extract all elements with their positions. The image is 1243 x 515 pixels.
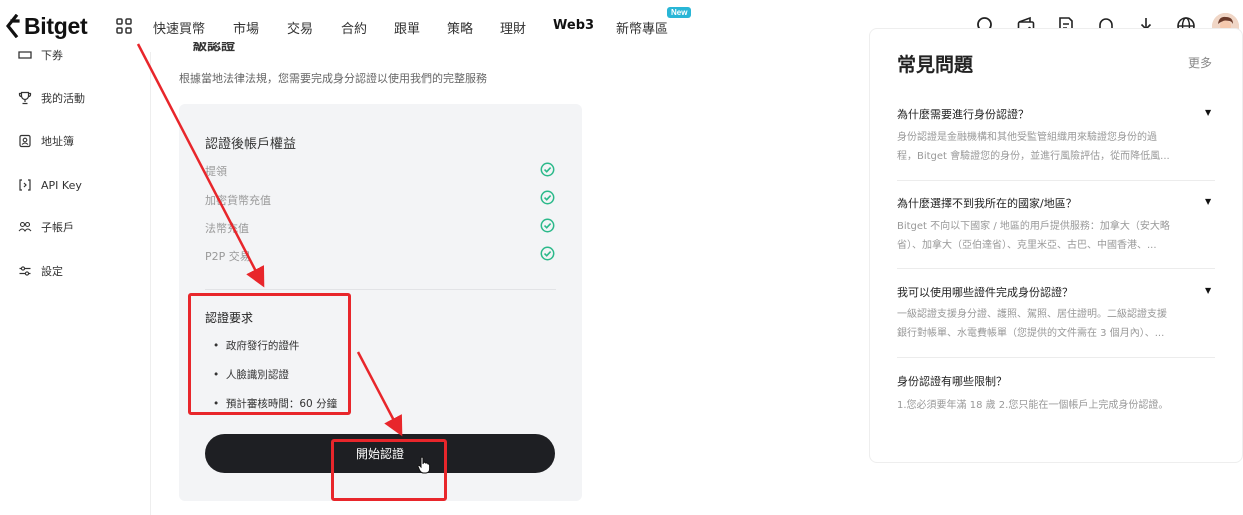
check-circle-icon — [540, 246, 555, 261]
settings-icon — [19, 266, 31, 276]
faq-question[interactable]: 為什麼選擇不到我所在的國家/地區？ — [897, 195, 1077, 211]
logo-chevron-icon — [6, 14, 20, 38]
annotation-box-requirements — [188, 293, 351, 415]
check-circle-icon — [540, 162, 555, 177]
nav-item-trade[interactable]: 交易 — [287, 18, 313, 37]
verification-section-title: 級認證 — [193, 42, 235, 54]
check-circle-icon — [540, 218, 555, 233]
sidebar-item-my-activities[interactable]: 我的活動 — [18, 89, 85, 107]
faq-question[interactable]: 我可以使用哪些證件完成身份認證？ — [897, 284, 1073, 300]
sidebar-divider — [150, 52, 151, 515]
sidebar-item-sub-accounts[interactable]: 子帳戶 — [18, 218, 74, 236]
nav-item-copy-trading[interactable]: 跟單 — [394, 18, 420, 37]
brand-name: Bitget — [24, 12, 88, 39]
nav-item-markets[interactable]: 市場 — [233, 18, 259, 37]
sidebar-item-label: 下券 — [41, 49, 63, 62]
faq-divider — [897, 268, 1215, 269]
faq-divider — [897, 357, 1215, 358]
caret-down-icon[interactable]: ▼ — [1205, 108, 1211, 117]
benefit-item: 提領 — [205, 165, 227, 178]
faq-more-link[interactable]: 更多 — [1188, 54, 1212, 71]
faq-answer: 一級認證支援身分證、護照、駕照、居住證明。二級認證支援 銀行對帳單、水電費帳單（您… — [897, 309, 1167, 339]
faq-question[interactable]: 身份認證有哪些限制？ — [897, 373, 1007, 389]
benefit-item: 法幣充值 — [205, 222, 249, 235]
faq-question[interactable]: 為什麼需要進行身份認證？ — [897, 106, 1029, 122]
benefit-item: P2P 交易 — [205, 250, 251, 263]
nav-item-web3[interactable]: Web3 — [553, 18, 594, 33]
faq-answer: Bitget 不向以下國家 / 地區的用戶提供服務：加拿大（安大略 省）、加拿大（… — [897, 221, 1170, 251]
faq-answer: 1.您必須要年滿 18 歲 2.您只能在一個帳戶上完成身份認證。 — [897, 400, 1169, 411]
address-book-icon — [19, 134, 31, 148]
check-circle-icon — [540, 190, 555, 205]
nav-item-strategy[interactable]: 策略 — [447, 18, 473, 37]
sidebar-item-settings[interactable]: 設定 — [18, 262, 63, 280]
benefits-heading: 認證後帳戶權益 — [205, 137, 297, 152]
sidebar-item-label: 設定 — [41, 265, 63, 278]
faq-title: 常見問題 — [897, 54, 974, 76]
verification-subtitle: 根據當地法律法規，您需要完成身分認證以使用我們的完整服務 — [179, 72, 487, 85]
account-sidebar — [0, 52, 150, 515]
sub-account-icon — [18, 221, 32, 233]
apps-grid-icon[interactable] — [115, 17, 133, 35]
new-badge: New — [667, 7, 692, 18]
benefit-item: 加密貨幣充值 — [205, 194, 271, 207]
sidebar-item-label: 地址簿 — [41, 135, 74, 148]
annotation-box-start-button — [331, 439, 447, 501]
sidebar-item-label: 我的活動 — [41, 92, 85, 105]
coupon-icon — [18, 51, 32, 59]
api-icon — [19, 179, 31, 191]
trophy-icon — [18, 91, 32, 105]
bitget-logo[interactable]: Bitget — [6, 12, 88, 40]
faq-answer: 身份認證是金融機構和其他受監管組織用來驗證您身份的過 程，Bitget 會驗證您的… — [897, 132, 1170, 162]
sidebar-item-coupons[interactable]: 下券 — [18, 46, 63, 64]
nav-item-quick-buy[interactable]: 快速買幣 — [153, 18, 205, 37]
caret-down-icon[interactable]: ▼ — [1205, 286, 1211, 295]
nav-item-futures[interactable]: 合約 — [341, 18, 367, 37]
nav-item-earn[interactable]: 理財 — [500, 18, 526, 37]
card-divider — [205, 289, 556, 290]
faq-divider — [897, 180, 1215, 181]
sidebar-item-address-book[interactable]: 地址簿 — [18, 132, 74, 150]
sidebar-item-api-key[interactable]: API Key — [18, 176, 82, 194]
sidebar-item-label: 子帳戶 — [41, 221, 74, 234]
sidebar-item-label: API Key — [41, 178, 82, 192]
caret-down-icon[interactable]: ▼ — [1205, 197, 1211, 206]
nav-item-new-listings[interactable]: 新幣專區 — [616, 18, 668, 37]
